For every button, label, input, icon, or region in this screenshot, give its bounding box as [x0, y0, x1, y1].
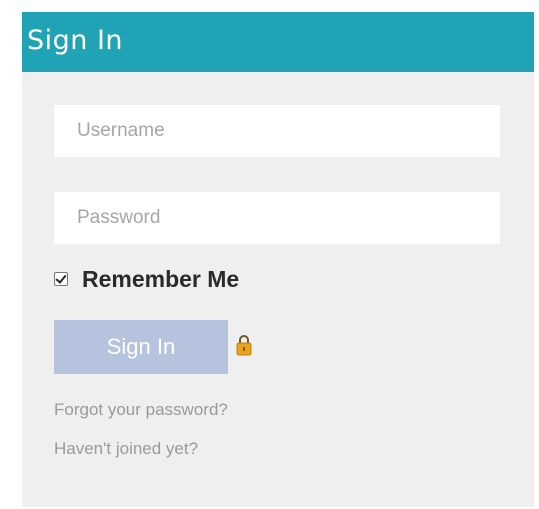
join-link[interactable]: Haven't joined yet? — [54, 439, 198, 459]
password-input[interactable] — [54, 192, 500, 244]
sign-in-panel: Sign In Remember Me Sign In Forgot your … — [22, 12, 534, 507]
panel-title: Sign In — [27, 25, 124, 56]
forgot-password-link[interactable]: Forgot your password? — [54, 400, 228, 420]
sign-in-button[interactable]: Sign In — [54, 320, 228, 374]
remember-me-label[interactable]: Remember Me — [82, 266, 239, 293]
panel-header: Sign In — [22, 12, 534, 72]
remember-me-row: Remember Me — [54, 264, 239, 294]
username-input[interactable] — [54, 105, 500, 157]
remember-me-checkbox[interactable] — [54, 272, 68, 286]
lock-icon — [236, 335, 252, 356]
